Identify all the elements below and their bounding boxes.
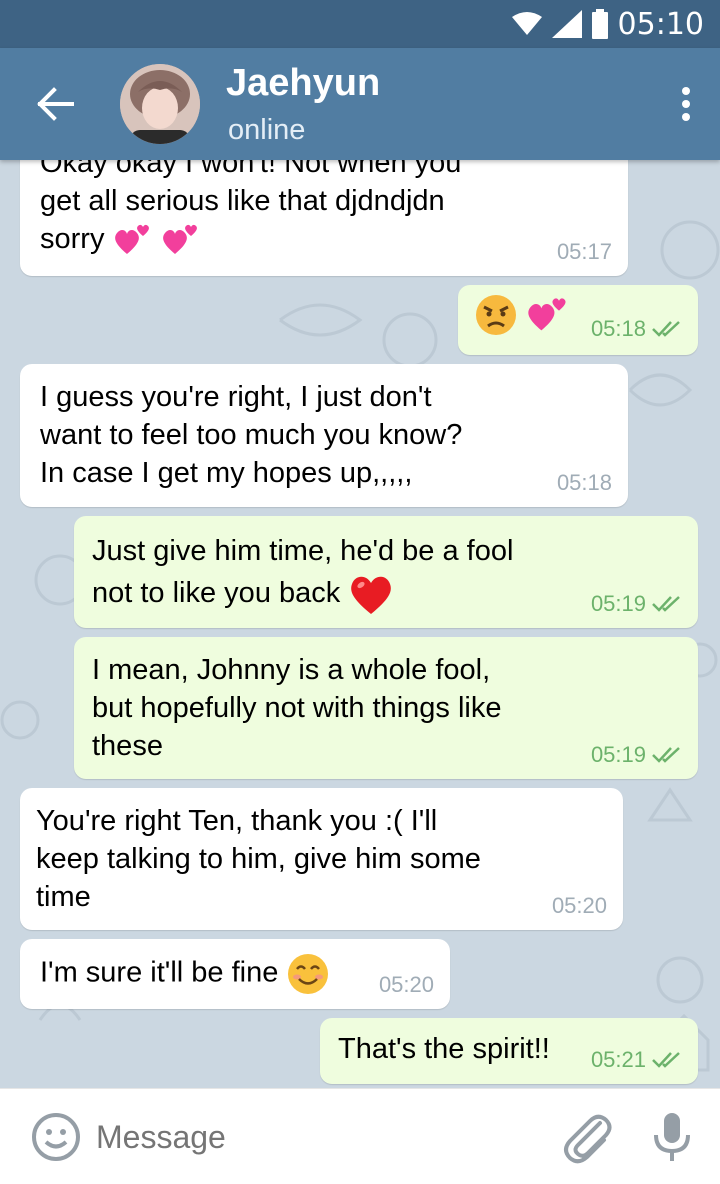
double-check-icon bbox=[652, 1052, 680, 1068]
status-bar: 05:10 bbox=[0, 0, 720, 48]
message-line: You're right Ten, thank you :( I'll bbox=[36, 805, 438, 837]
status-time: 05:10 bbox=[617, 6, 704, 42]
more-button[interactable] bbox=[674, 84, 698, 124]
message-list[interactable]: Okay okay I won't! Not when you get all … bbox=[0, 160, 720, 1088]
smiley-icon bbox=[32, 1113, 80, 1161]
voice-button[interactable] bbox=[652, 1109, 692, 1165]
back-button[interactable] bbox=[24, 76, 88, 132]
message-line: sorry bbox=[40, 220, 461, 258]
paperclip-icon bbox=[564, 1114, 612, 1164]
more-vertical-icon bbox=[674, 87, 698, 121]
message-time: 05:19 bbox=[590, 591, 646, 616]
two-hearts-icon bbox=[528, 298, 566, 331]
message-incoming[interactable]: I'm sure it'll be fine 05:20 bbox=[20, 939, 450, 1009]
message-line: time bbox=[36, 881, 91, 913]
message-line: but hopefully not with things like bbox=[92, 692, 502, 724]
message-line: these bbox=[92, 730, 163, 762]
microphone-icon bbox=[654, 1113, 690, 1161]
wifi-icon bbox=[511, 12, 542, 35]
message-time: 05:17 bbox=[556, 239, 612, 264]
battery-icon bbox=[591, 9, 608, 39]
signal-icon bbox=[551, 10, 582, 38]
message-outgoing[interactable]: 05:18 bbox=[458, 285, 698, 355]
arrow-left-icon bbox=[37, 87, 74, 121]
message-time: 05:21 bbox=[590, 1047, 646, 1072]
message-line: Just give him time, he'd be a fool bbox=[92, 535, 514, 567]
message-time: 05:19 bbox=[590, 742, 646, 767]
smiling-face-icon bbox=[288, 954, 329, 994]
chat-header: Jaehyun online bbox=[0, 48, 720, 160]
attach-button[interactable] bbox=[560, 1109, 614, 1165]
message-line: I'm sure it'll be fine bbox=[40, 956, 279, 989]
contact-name[interactable]: Jaehyun bbox=[226, 62, 380, 105]
emoji-button[interactable] bbox=[30, 1111, 82, 1163]
double-check-icon bbox=[652, 747, 680, 763]
message-incoming[interactable]: Okay okay I won't! Not when you get all … bbox=[20, 160, 628, 276]
message-incoming[interactable]: You're right Ten, thank you :( I'll keep… bbox=[20, 788, 623, 930]
message-time: 05:18 bbox=[556, 470, 612, 495]
double-check-icon bbox=[652, 321, 680, 337]
two-hearts-icon bbox=[114, 225, 149, 255]
message-outgoing[interactable]: Just give him time, he'd be a fool not t… bbox=[74, 516, 698, 628]
message-line: not to like you back bbox=[92, 572, 513, 616]
message-line: I guess you're right, I just don't bbox=[40, 381, 432, 413]
message-incoming[interactable]: I guess you're right, I just don't want … bbox=[20, 364, 628, 507]
two-hearts-icon bbox=[162, 225, 197, 255]
message-time: 05:20 bbox=[378, 972, 434, 997]
message-outgoing[interactable]: I mean, Johnny is a whole fool, but hope… bbox=[74, 637, 698, 779]
contact-status: online bbox=[228, 114, 306, 146]
message-line: get all serious like that djdndjdn bbox=[40, 185, 445, 217]
message-time: 05:20 bbox=[551, 893, 607, 918]
double-check-icon bbox=[652, 596, 680, 612]
message-composer bbox=[0, 1088, 720, 1184]
angry-face-icon bbox=[476, 295, 516, 335]
message-line: I mean, Johnny is a whole fool, bbox=[92, 654, 491, 686]
red-heart-icon bbox=[351, 577, 392, 615]
message-line: keep talking to him, give him some bbox=[36, 843, 481, 875]
message-line: In case I get my hopes up,,,,, bbox=[40, 457, 413, 489]
message-line: want to feel too much you know? bbox=[40, 419, 463, 451]
message-input[interactable] bbox=[96, 1113, 536, 1161]
message-line: Okay okay I won't! Not when you bbox=[40, 160, 462, 179]
message-time: 05:18 bbox=[590, 316, 646, 341]
message-outgoing[interactable]: That's the spirit!! 05:21 bbox=[320, 1018, 698, 1084]
avatar[interactable] bbox=[120, 64, 200, 144]
message-line: That's the spirit!! bbox=[338, 1033, 550, 1065]
